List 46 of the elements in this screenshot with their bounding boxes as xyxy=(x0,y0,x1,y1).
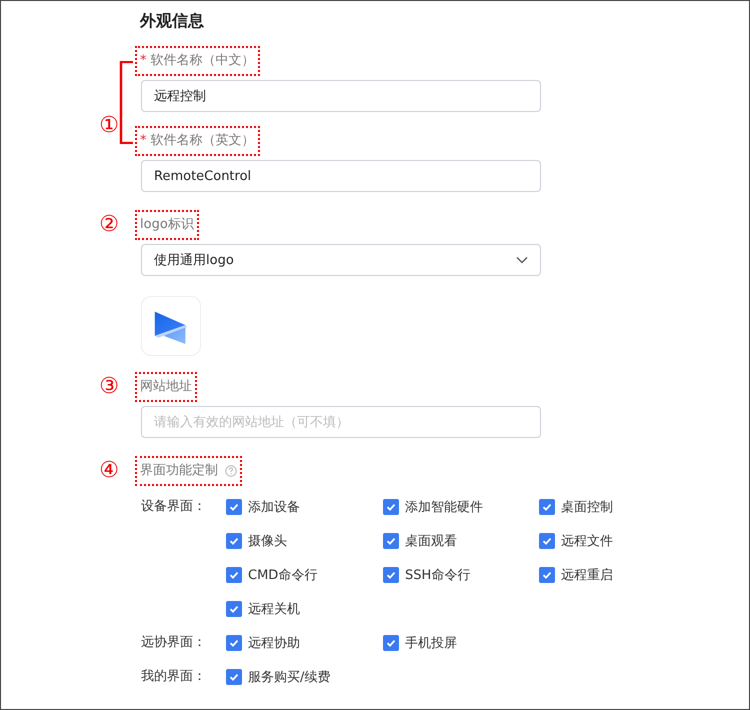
label-text: logo标识 xyxy=(140,216,194,234)
label-text: 软件名称（中文） xyxy=(150,52,254,70)
option-label: 远程关机 xyxy=(248,601,300,618)
checkbox[interactable] xyxy=(383,533,399,549)
text-input[interactable]: 请输入有效的网站地址（可不填） xyxy=(141,406,541,438)
checkbox[interactable] xyxy=(539,567,555,583)
option-label: 手机投屏 xyxy=(405,635,457,652)
checkbox[interactable] xyxy=(383,635,399,651)
option-label: 桌面控制 xyxy=(561,499,613,516)
label-text: 网站地址 xyxy=(140,378,192,396)
label-text: 软件名称（英文） xyxy=(150,132,254,150)
step-number: ① xyxy=(99,112,119,140)
option-label: SSH命令行 xyxy=(405,567,470,584)
logo-select[interactable]: 使用通用logo xyxy=(141,244,541,276)
option-label: 远程文件 xyxy=(561,533,613,550)
checkbox[interactable] xyxy=(383,499,399,515)
checkbox[interactable] xyxy=(226,635,242,651)
option-label: 摄像头 xyxy=(248,533,287,550)
checkbox[interactable] xyxy=(539,499,555,515)
checkbox[interactable] xyxy=(383,567,399,583)
option-label: 添加设备 xyxy=(248,499,300,516)
checkbox[interactable] xyxy=(539,533,555,549)
option-label: CMD命令行 xyxy=(248,567,318,584)
option-label: 服务购买/续费 xyxy=(248,669,330,686)
option-label: 远程重启 xyxy=(561,567,613,584)
step-number: ③ xyxy=(99,373,119,401)
text-input[interactable]: RemoteControl xyxy=(141,160,541,192)
group-label: 远协界面： xyxy=(141,634,207,652)
option-label: 桌面观看 xyxy=(405,533,457,550)
checkbox[interactable] xyxy=(226,533,242,549)
option-label: 远程协助 xyxy=(248,635,300,652)
label-text: 界面功能定制 xyxy=(140,462,218,480)
group-label: 我的界面： xyxy=(141,668,207,686)
checkbox[interactable] xyxy=(226,601,242,617)
required-mark: * xyxy=(140,52,146,70)
text-input[interactable]: 远程控制 xyxy=(141,80,541,112)
section-title: 外观信息 xyxy=(140,10,205,32)
step-number: ② xyxy=(99,211,119,239)
checkbox[interactable] xyxy=(226,669,242,685)
group-label: 设备界面： xyxy=(141,498,207,516)
step-number: ④ xyxy=(99,457,119,485)
chevron-down-icon xyxy=(516,256,528,264)
checkbox[interactable] xyxy=(226,567,242,583)
checkbox[interactable] xyxy=(226,499,242,515)
option-label: 添加智能硬件 xyxy=(405,499,483,516)
required-mark: * xyxy=(140,132,146,150)
